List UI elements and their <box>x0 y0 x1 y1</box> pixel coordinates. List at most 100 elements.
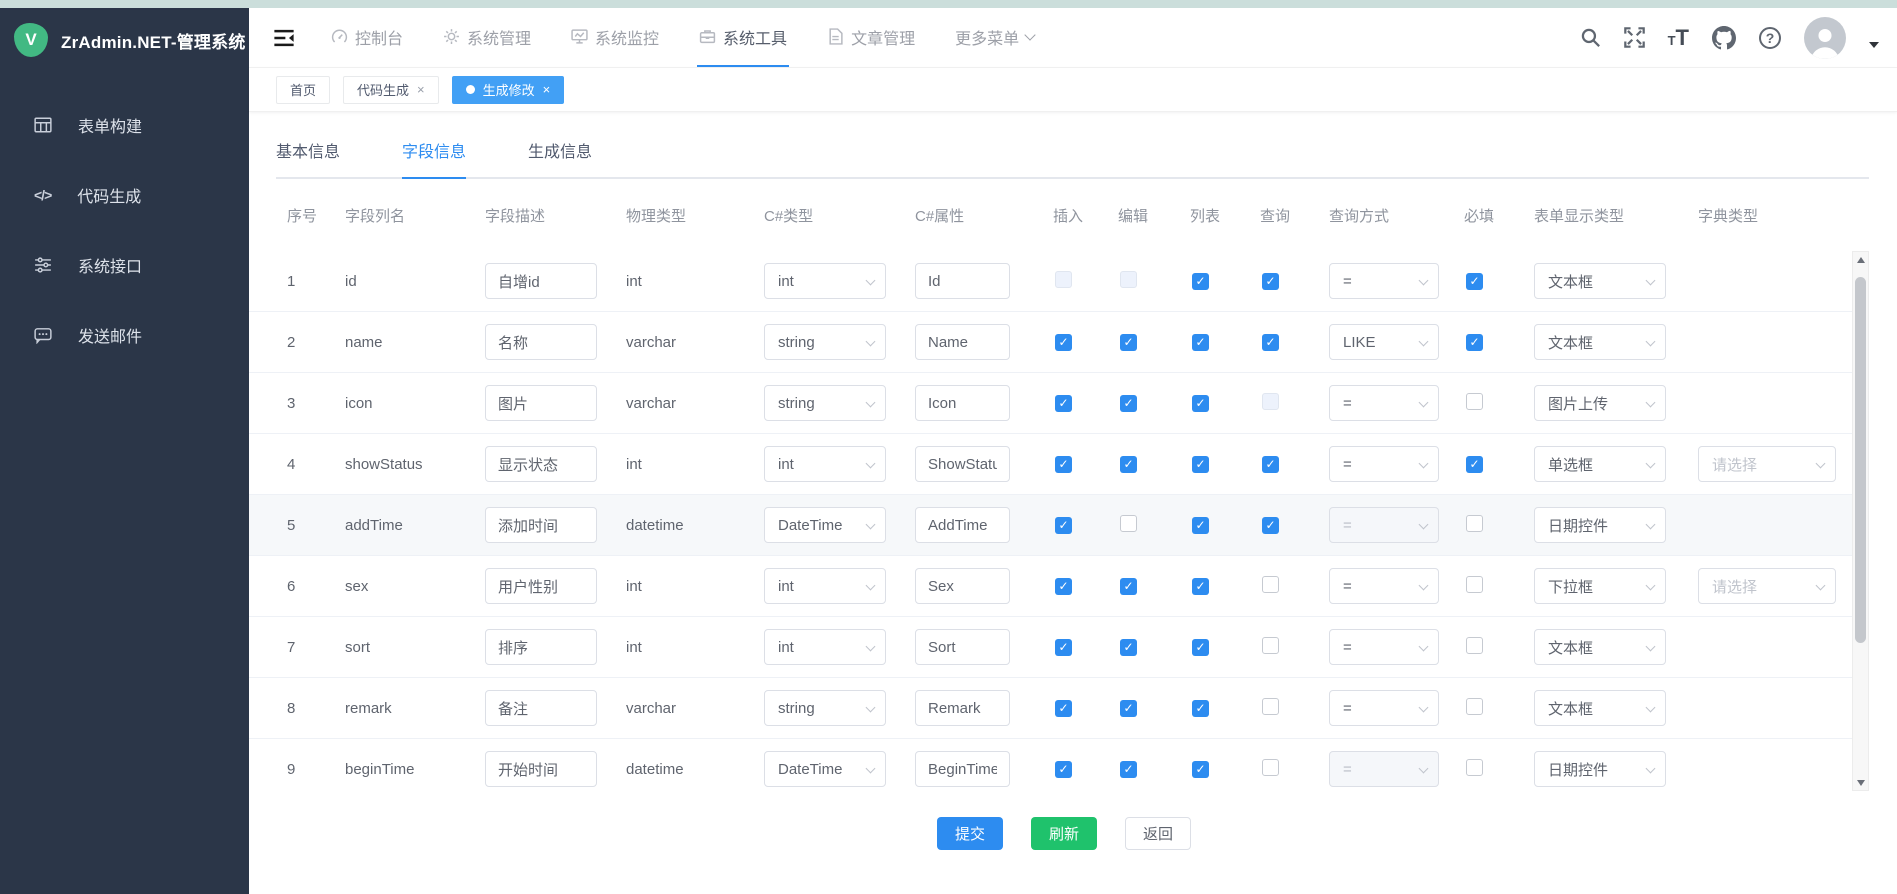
list-checkbox[interactable] <box>1192 456 1209 473</box>
back-button[interactable]: 返回 <box>1125 817 1191 850</box>
edit-checkbox[interactable] <box>1120 515 1137 532</box>
sidebar-item-send-mail[interactable]: 发送邮件 <box>0 300 249 370</box>
help-icon[interactable]: ? <box>1759 27 1781 49</box>
avatar[interactable] <box>1804 17 1846 59</box>
scrollbar-thumb[interactable] <box>1855 277 1866 643</box>
nav-item-more-menu[interactable]: 更多菜单 <box>953 8 1036 67</box>
field-desc-input[interactable] <box>485 446 597 482</box>
nav-item-system-monitor[interactable]: 系统监控 <box>569 8 661 67</box>
nav-item-article-manage[interactable]: 文章管理 <box>825 8 917 67</box>
cs-prop-input[interactable] <box>915 385 1010 421</box>
query-checkbox[interactable] <box>1262 698 1279 715</box>
cs-prop-input[interactable] <box>915 568 1010 604</box>
collapse-sidebar-icon[interactable] <box>273 27 295 49</box>
query-type-select[interactable]: = <box>1329 446 1439 482</box>
cs-prop-input[interactable] <box>915 690 1010 726</box>
cs-type-select[interactable]: DateTime <box>764 507 886 543</box>
query-type-select[interactable]: LIKE <box>1329 324 1439 360</box>
close-icon[interactable]: × <box>543 82 551 97</box>
edit-checkbox[interactable] <box>1120 456 1137 473</box>
insert-checkbox[interactable] <box>1055 456 1072 473</box>
tag-gen-edit[interactable]: 生成修改 × <box>452 76 565 104</box>
cs-prop-input[interactable] <box>915 507 1010 543</box>
insert-checkbox[interactable] <box>1055 517 1072 534</box>
field-desc-input[interactable] <box>485 690 597 726</box>
edit-checkbox[interactable] <box>1120 761 1137 778</box>
field-desc-input[interactable] <box>485 324 597 360</box>
query-checkbox[interactable] <box>1262 334 1279 351</box>
cs-type-select[interactable]: int <box>764 568 886 604</box>
cs-prop-input[interactable] <box>915 751 1010 787</box>
insert-checkbox[interactable] <box>1055 334 1072 351</box>
sidebar-item-system-api[interactable]: 系统接口 <box>0 230 249 300</box>
insert-checkbox[interactable] <box>1055 761 1072 778</box>
vertical-scrollbar[interactable] <box>1852 251 1869 791</box>
query-checkbox[interactable] <box>1262 517 1279 534</box>
submit-button[interactable]: 提交 <box>937 817 1003 850</box>
sidebar-item-form-builder[interactable]: 表单构建 <box>0 90 249 160</box>
required-checkbox[interactable] <box>1466 393 1483 410</box>
required-checkbox[interactable] <box>1466 273 1483 290</box>
cs-type-select[interactable]: int <box>764 263 886 299</box>
query-type-select[interactable]: = <box>1329 385 1439 421</box>
required-checkbox[interactable] <box>1466 456 1483 473</box>
field-desc-input[interactable] <box>485 385 597 421</box>
field-desc-input[interactable] <box>485 629 597 665</box>
query-checkbox[interactable] <box>1262 456 1279 473</box>
field-desc-input[interactable] <box>485 751 597 787</box>
edit-checkbox[interactable] <box>1120 395 1137 412</box>
cs-prop-input[interactable] <box>915 629 1010 665</box>
caret-down-icon[interactable] <box>1869 42 1879 48</box>
scroll-up-icon[interactable] <box>1853 252 1868 267</box>
query-checkbox[interactable] <box>1262 273 1279 290</box>
required-checkbox[interactable] <box>1466 698 1483 715</box>
font-size-icon[interactable]: TT <box>1668 27 1689 49</box>
cs-type-select[interactable]: int <box>764 446 886 482</box>
cs-type-select[interactable]: string <box>764 385 886 421</box>
display-type-select[interactable]: 文本框 <box>1534 263 1666 299</box>
list-checkbox[interactable] <box>1192 700 1209 717</box>
display-type-select[interactable]: 单选框 <box>1534 446 1666 482</box>
tab-field-info[interactable]: 字段信息 <box>402 138 466 179</box>
required-checkbox[interactable] <box>1466 334 1483 351</box>
list-checkbox[interactable] <box>1192 273 1209 290</box>
list-checkbox[interactable] <box>1192 578 1209 595</box>
display-type-select[interactable]: 日期控件 <box>1534 507 1666 543</box>
insert-checkbox[interactable] <box>1055 578 1072 595</box>
cs-type-select[interactable]: DateTime <box>764 751 886 787</box>
insert-checkbox[interactable] <box>1055 700 1072 717</box>
query-type-select[interactable]: = <box>1329 629 1439 665</box>
sidebar-item-code-gen[interactable]: </> 代码生成 <box>0 160 249 230</box>
dict-type-select[interactable]: 请选择 <box>1698 446 1836 482</box>
cs-type-select[interactable]: string <box>764 324 886 360</box>
query-type-select[interactable]: = <box>1329 690 1439 726</box>
query-checkbox[interactable] <box>1262 637 1279 654</box>
edit-checkbox[interactable] <box>1120 334 1137 351</box>
list-checkbox[interactable] <box>1192 334 1209 351</box>
query-type-select[interactable]: = <box>1329 263 1439 299</box>
scroll-down-icon[interactable] <box>1853 775 1868 790</box>
list-checkbox[interactable] <box>1192 395 1209 412</box>
list-checkbox[interactable] <box>1192 639 1209 656</box>
insert-checkbox[interactable] <box>1055 639 1072 656</box>
cs-prop-input[interactable] <box>915 263 1010 299</box>
tag-code-gen[interactable]: 代码生成 × <box>343 76 439 104</box>
cs-prop-input[interactable] <box>915 324 1010 360</box>
display-type-select[interactable]: 文本框 <box>1534 629 1666 665</box>
github-icon[interactable] <box>1712 26 1736 50</box>
tab-basic-info[interactable]: 基本信息 <box>276 138 340 179</box>
display-type-select[interactable]: 文本框 <box>1534 690 1666 726</box>
dict-type-select[interactable]: 请选择 <box>1698 568 1836 604</box>
required-checkbox[interactable] <box>1466 759 1483 776</box>
required-checkbox[interactable] <box>1466 576 1483 593</box>
query-checkbox[interactable] <box>1262 759 1279 776</box>
tag-home[interactable]: 首页 <box>276 76 330 104</box>
refresh-button[interactable]: 刷新 <box>1031 817 1097 850</box>
close-icon[interactable]: × <box>417 82 425 97</box>
edit-checkbox[interactable] <box>1120 578 1137 595</box>
search-icon[interactable] <box>1580 27 1601 48</box>
nav-item-system-manage[interactable]: 系统管理 <box>441 8 533 67</box>
cs-prop-input[interactable] <box>915 446 1010 482</box>
display-type-select[interactable]: 下拉框 <box>1534 568 1666 604</box>
list-checkbox[interactable] <box>1192 517 1209 534</box>
